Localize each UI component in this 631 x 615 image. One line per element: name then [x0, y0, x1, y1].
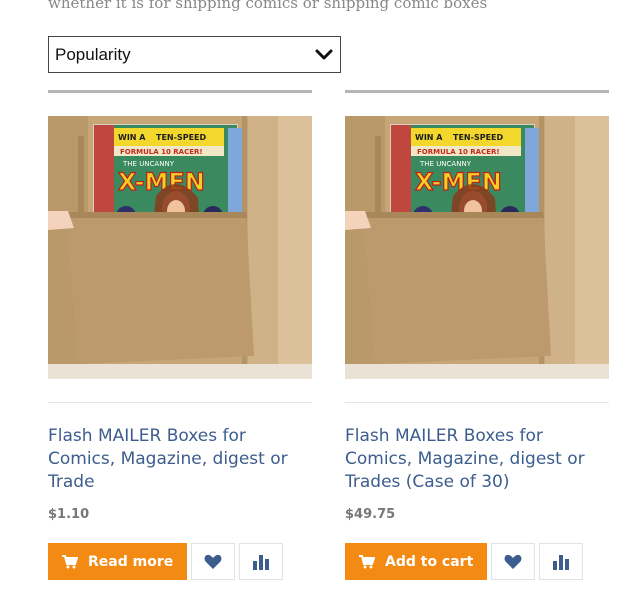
- card-top-border: [345, 90, 609, 93]
- cover-text-line2: TEN-SPEED: [453, 133, 503, 142]
- heart-icon: [504, 554, 522, 569]
- add-to-cart-button[interactable]: Add to cart: [345, 543, 488, 580]
- product-card: WIN A TEN-SPEED FORMULA 10 RACER! THE UN…: [48, 90, 312, 580]
- category-description: whether it is for shipping comics or shi…: [48, 0, 488, 12]
- add-to-cart-label: Add to cart: [385, 553, 474, 570]
- bar-chart-icon: [553, 554, 570, 570]
- read-more-button[interactable]: Read more: [48, 543, 188, 580]
- card-top-border: [48, 90, 312, 93]
- cover-text-line1: WIN A: [415, 133, 443, 142]
- wishlist-button[interactable]: [191, 543, 236, 580]
- product-price: $49.75: [345, 507, 396, 522]
- cart-icon: [359, 554, 375, 568]
- product-title-link[interactable]: Flash MAILER Boxes for Comics, Magazine,…: [48, 425, 312, 494]
- sort-select[interactable]: Popularity: [48, 36, 341, 73]
- cover-brand: THE UNCANNY: [122, 160, 175, 168]
- card-divider: [48, 402, 312, 403]
- heart-icon: [204, 554, 222, 569]
- compare-button[interactable]: [239, 543, 284, 580]
- cover-text-line2: TEN-SPEED: [156, 133, 206, 142]
- bar-chart-icon: [253, 554, 270, 570]
- cover-text-line3: FORMULA 10 RACER!: [120, 148, 203, 156]
- product-image[interactable]: WIN A TEN-SPEED FORMULA 10 RACER! THE UN…: [345, 116, 609, 379]
- product-card: WIN A TEN-SPEED FORMULA 10 RACER! THE UN…: [345, 90, 609, 580]
- product-price: $1.10: [48, 507, 90, 522]
- read-more-label: Read more: [88, 553, 174, 570]
- cover-text-line3: FORMULA 10 RACER!: [417, 148, 500, 156]
- product-actions: Read more: [48, 543, 284, 580]
- compare-button[interactable]: [539, 543, 584, 580]
- wishlist-button[interactable]: [491, 543, 536, 580]
- product-title-link[interactable]: Flash MAILER Boxes for Comics, Magazine,…: [345, 425, 609, 494]
- product-actions: Add to cart: [345, 543, 584, 580]
- card-divider: [345, 402, 609, 403]
- cart-icon: [62, 554, 78, 568]
- product-image[interactable]: WIN A TEN-SPEED FORMULA 10 RACER! THE UN…: [48, 116, 312, 379]
- cover-brand: THE UNCANNY: [419, 160, 472, 168]
- chevron-down-icon: [315, 49, 333, 60]
- cover-text-line1: WIN A: [118, 133, 146, 142]
- sort-select-value: Popularity: [55, 44, 131, 64]
